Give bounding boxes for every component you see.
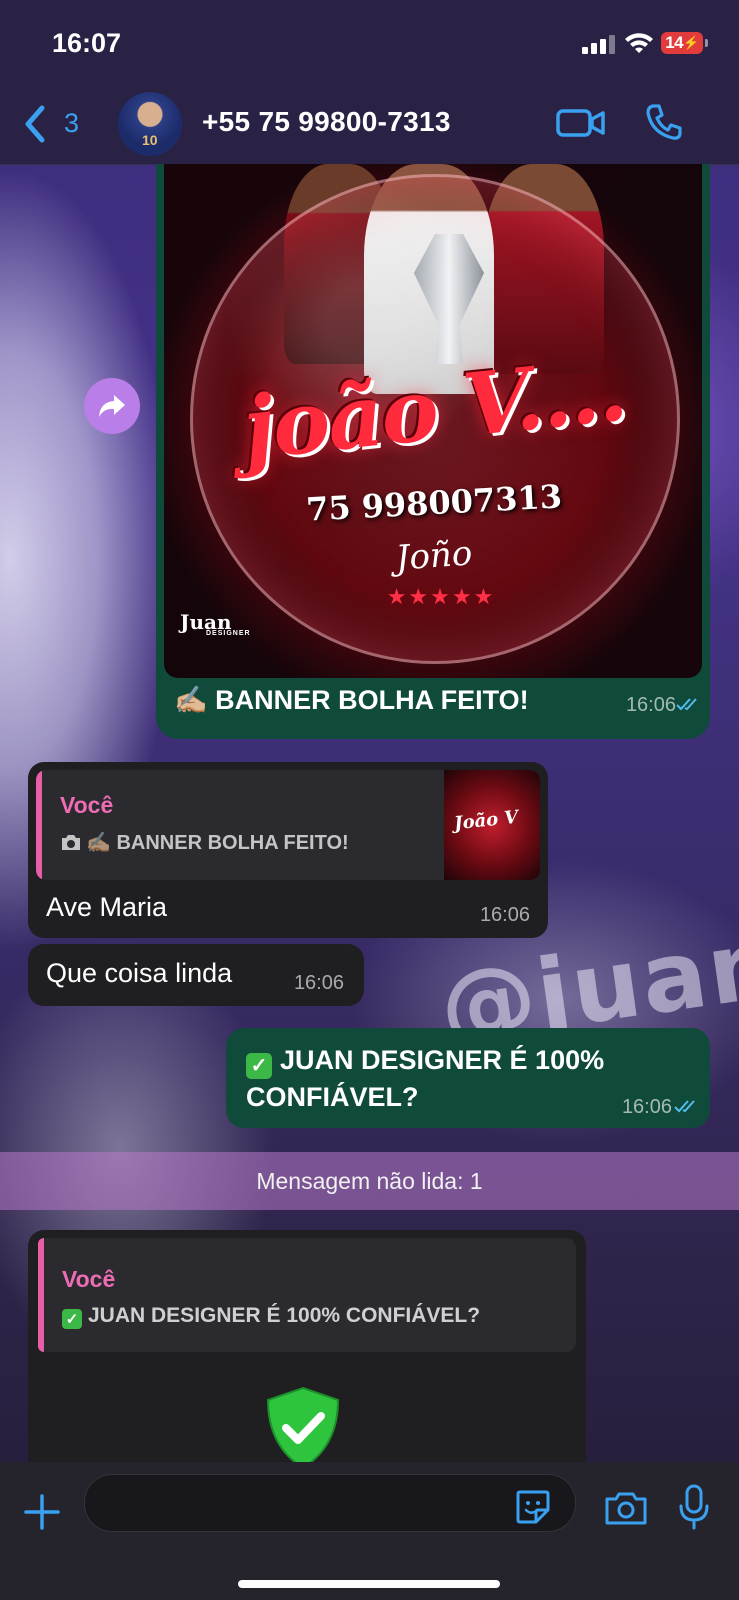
sticker-icon[interactable]: [514, 1488, 552, 1526]
message-time: 16:06: [621, 1096, 672, 1118]
outgoing-message[interactable]: ✓ JUAN DESIGNER É 100% CONFIÁVEL? 16:06: [226, 1028, 710, 1128]
contact-name[interactable]: +55 75 99800-7313: [202, 106, 451, 138]
battery-indicator: 14 ⚡: [661, 32, 708, 54]
double-check-icon: [676, 698, 697, 711]
signal-icon: [582, 34, 618, 54]
phone-icon[interactable]: [644, 102, 684, 142]
outgoing-image-message[interactable]: joão V.... 75 998007313 Joño ★★★★★ Juan …: [156, 164, 710, 739]
video-call-icon[interactable]: [556, 106, 606, 140]
incoming-reply-message[interactable]: Você ✓ JUAN DESIGNER É 100% CONFIÁVEL?: [28, 1230, 586, 1470]
message-input[interactable]: [84, 1474, 576, 1532]
message-time: 16:06: [293, 972, 344, 994]
message-time: 16:06: [625, 694, 676, 716]
microphone-icon[interactable]: [678, 1484, 710, 1530]
forward-icon: [99, 395, 125, 417]
check-mark-emoji: ✓: [62, 1309, 82, 1329]
plus-icon[interactable]: [22, 1492, 62, 1532]
quoted-message[interactable]: Você ✍🏼 BANNER BOLHA FEITO!: [36, 770, 540, 880]
double-check-icon: [674, 1100, 695, 1113]
banner-image[interactable]: joão V.... 75 998007313 Joño ★★★★★ Juan …: [164, 164, 702, 678]
image-caption: ✍🏼 BANNER BOLHA FEITO!: [174, 685, 529, 715]
quoted-message[interactable]: Você ✓ JUAN DESIGNER É 100% CONFIÁVEL?: [38, 1238, 576, 1352]
message-text: ✓ JUAN DESIGNER É 100% CONFIÁVEL?: [246, 1045, 605, 1112]
check-mark-emoji: ✓: [246, 1053, 272, 1079]
writing-hand-emoji: ✍🏼: [174, 685, 208, 715]
message-time: 16:06: [479, 904, 530, 926]
unread-chats-count[interactable]: 3: [64, 108, 79, 139]
back-chevron-icon[interactable]: [20, 104, 50, 144]
contact-avatar[interactable]: [118, 92, 182, 156]
message-input-bar: [0, 1462, 739, 1600]
camera-icon: [62, 835, 80, 850]
quoted-image-thumbnail: [444, 770, 540, 880]
message-text: Ave Maria: [46, 892, 168, 922]
incoming-message[interactable]: Que coisa linda 16:06: [28, 944, 364, 1006]
status-time: 16:07: [52, 28, 122, 58]
wifi-icon: [625, 33, 653, 53]
camera-icon[interactable]: [604, 1490, 648, 1526]
quoted-author: Você: [62, 1266, 116, 1292]
banner-logo: Juan DESIGNER: [180, 610, 251, 637]
quoted-author: Você: [60, 792, 114, 818]
quoted-text: ✍🏼 BANNER BOLHA FEITO!: [60, 830, 349, 855]
forward-button[interactable]: [84, 378, 140, 434]
quoted-text: ✓ JUAN DESIGNER É 100% CONFIÁVEL?: [62, 1304, 480, 1329]
unread-divider: Mensagem não lida: 1: [0, 1152, 739, 1210]
home-indicator: [238, 1580, 500, 1588]
chat-header: 16:07 14⚡ 3 +55 75 99800-7313: [0, 0, 739, 165]
incoming-reply-message[interactable]: Você ✍🏼 BANNER BOLHA FEITO! Ave Maria 16…: [28, 762, 548, 938]
shield-check-icon: [266, 1386, 340, 1470]
message-text: Que coisa linda: [46, 958, 233, 988]
banner-stars: ★★★★★: [386, 584, 496, 609]
